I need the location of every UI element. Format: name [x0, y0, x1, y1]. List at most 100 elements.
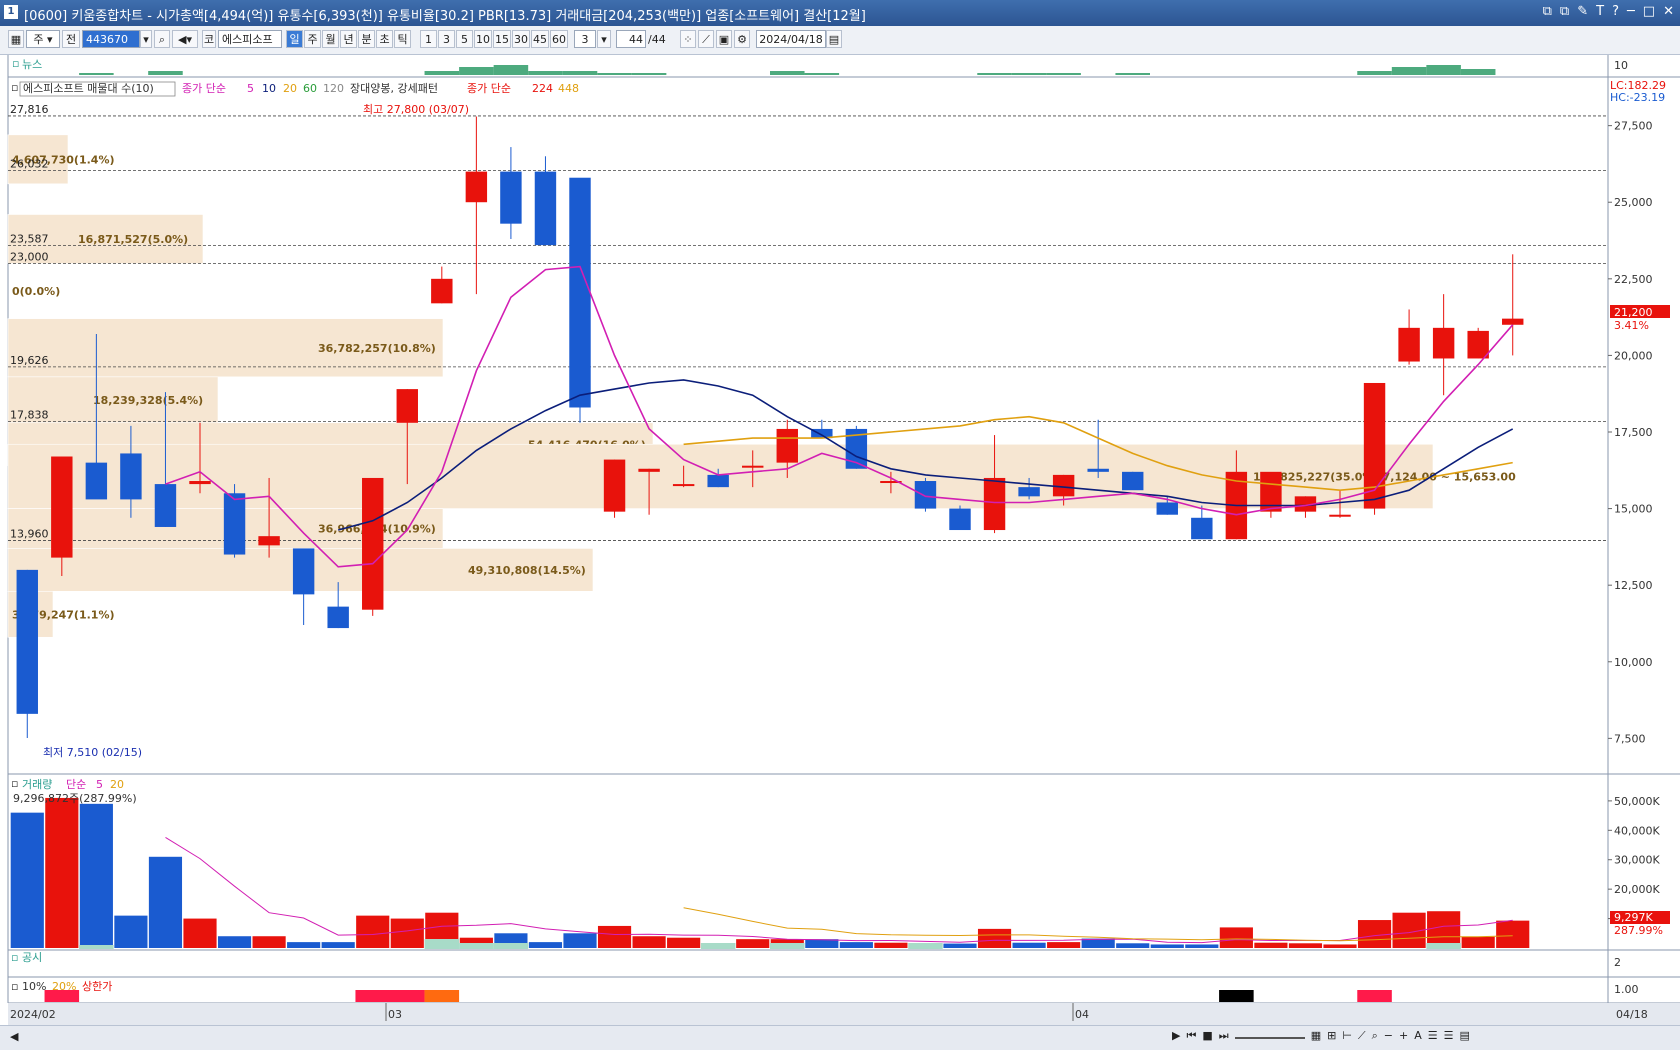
candle-body — [742, 465, 764, 468]
news-bar — [148, 71, 183, 75]
profile-label: 16,871,527(5.0%) — [78, 233, 188, 246]
volume-ma-label: 단순 — [66, 778, 86, 791]
minute-5[interactable]: 5 — [456, 30, 473, 48]
candle-body — [120, 453, 142, 500]
level-label: 23,000 — [10, 251, 49, 264]
news-bar — [1046, 73, 1081, 75]
minute-30[interactable]: 30 — [512, 30, 530, 48]
candle-body — [51, 456, 73, 558]
minimize-button[interactable]: ─ — [1627, 4, 1635, 19]
news-bar — [459, 67, 494, 75]
candle-body — [154, 484, 177, 527]
stock-name-field[interactable]: 에스피소프 — [218, 30, 282, 48]
candle-body — [569, 177, 591, 408]
scroll-left-icon[interactable]: ◀ — [10, 1030, 18, 1043]
list-icon[interactable]: ☰ — [1428, 1029, 1438, 1043]
legend-ma60: 60 — [303, 82, 317, 95]
text-icon[interactable]: A — [1414, 1029, 1422, 1043]
scatter-icon[interactable]: ⁘ — [680, 30, 696, 48]
date-input[interactable]: 2024/04/18 — [756, 30, 826, 48]
volume-bar — [45, 797, 79, 948]
speaker-icon[interactable]: ◀▾ — [172, 30, 198, 48]
list2-icon[interactable]: ☰ — [1444, 1029, 1454, 1043]
table-icon[interactable]: ▤ — [1460, 1029, 1470, 1043]
news-bar — [804, 73, 840, 75]
news-bar — [79, 73, 114, 75]
layout-icon[interactable]: ▦ — [8, 30, 24, 48]
font-icon[interactable]: T — [1596, 4, 1604, 19]
news-bar — [424, 71, 460, 75]
period-year[interactable]: 년 — [340, 30, 357, 48]
jeon-button[interactable]: 전 — [62, 30, 80, 48]
price-tick-label: 20,000 — [1614, 349, 1653, 362]
period-minute[interactable]: 분 — [358, 30, 375, 48]
volume-bar — [321, 942, 355, 948]
legend-ma20: 20 — [283, 82, 297, 95]
volume-bar — [1323, 944, 1357, 948]
close-button[interactable]: ✕ — [1663, 4, 1674, 19]
volume-label: 거래량 — [22, 778, 52, 791]
profile-range-label: 17,124.00 ~ 15,653.00 — [1375, 470, 1516, 483]
disclosure-bar — [79, 945, 114, 949]
save-icon[interactable]: ▣ — [716, 30, 732, 48]
app-icon[interactable]: 1 — [4, 5, 18, 19]
minute-3[interactable]: 3 — [438, 30, 455, 48]
chart-nav-controls: ▶ ⏮ ■ ⏭ ▦ ⊞ ⊢ ⟋ ⌕ − + A ☰ ☰ ▤ — [1172, 1029, 1470, 1043]
forward-icon[interactable]: ⏭ — [1219, 1029, 1229, 1043]
volume-tick-label: 50,000K — [1614, 795, 1660, 808]
fib-icon[interactable]: ⊢ — [1342, 1029, 1352, 1043]
gear-icon[interactable]: ⚙ — [734, 30, 750, 48]
draw-line-icon[interactable]: ⟋ — [698, 30, 714, 48]
level-label: 17,838 — [10, 409, 49, 422]
rewind-icon[interactable]: ⏮ — [1186, 1029, 1196, 1043]
period-week[interactable]: 주 — [304, 30, 321, 48]
zoom-in-icon[interactable]: + — [1399, 1029, 1408, 1043]
zoom-slider[interactable] — [1234, 1029, 1305, 1039]
zoom-out-icon[interactable]: − — [1384, 1029, 1393, 1043]
help-icon[interactable]: ? — [1612, 4, 1619, 19]
period-day[interactable]: 일 — [286, 30, 303, 48]
volume-bar — [943, 943, 977, 948]
maximize-button[interactable]: □ — [1643, 4, 1655, 19]
zoom-icon[interactable]: ⌕ — [1372, 1029, 1378, 1043]
chart-area[interactable]: 4,607,730(1.4%) 16,871,527(5.0%) 0(0.0%) 36… — [0, 55, 1680, 1025]
stop-icon[interactable]: ■ — [1202, 1029, 1212, 1043]
volume-bar — [390, 918, 424, 948]
volume-bar — [1185, 944, 1219, 948]
candle-body — [85, 462, 108, 500]
minute-60[interactable]: 60 — [550, 30, 568, 48]
candle-body — [1467, 330, 1489, 359]
copy-icon[interactable]: ⧉ — [1560, 4, 1569, 19]
count-input[interactable]: 44 — [616, 30, 646, 48]
legend-ma2-prefix: 종가 단순 — [467, 82, 511, 95]
x-label-feb: 2024/02 — [10, 1008, 56, 1021]
period-second[interactable]: 초 — [376, 30, 393, 48]
minute-45[interactable]: 45 — [531, 30, 549, 48]
volume-bar — [874, 942, 908, 948]
code-input[interactable]: 443670 — [82, 30, 140, 48]
play-icon[interactable]: ▶ — [1172, 1029, 1180, 1043]
code-dropdown-icon[interactable]: ▾ — [140, 30, 152, 48]
link-icon[interactable]: ⧉ — [1543, 4, 1552, 19]
grid-icon[interactable]: ▦ — [1311, 1029, 1321, 1043]
limit-label-20: 20% — [52, 980, 76, 993]
tick-count-dropdown-icon[interactable]: ▾ — [597, 30, 611, 48]
period-month[interactable]: 월 — [322, 30, 339, 48]
profile-label: 49,310,808(14.5%) — [468, 564, 586, 577]
period-tick[interactable]: 틱 — [394, 30, 411, 48]
legend-bullet: ▫ — [11, 81, 18, 94]
minute-10[interactable]: 10 — [474, 30, 492, 48]
legend-stock[interactable]: 에스피소프트 매물대 수(10) — [23, 82, 154, 95]
minute-1[interactable]: 1 — [420, 30, 437, 48]
volume-current-value: 9,297K — [1614, 911, 1653, 924]
chart-tool-icon[interactable]: ⊞ — [1327, 1029, 1336, 1043]
search-icon[interactable]: ⌕ — [154, 30, 170, 48]
period-unit-select[interactable]: 주 ▾ — [26, 30, 60, 48]
pin-icon[interactable]: ✎ — [1577, 4, 1588, 19]
tick-count-input[interactable]: 3 — [574, 30, 596, 48]
calendar-icon[interactable]: ▤ — [826, 30, 842, 48]
minute-15[interactable]: 15 — [493, 30, 511, 48]
market-button[interactable]: 코 — [202, 30, 216, 48]
disclosure-bar — [908, 943, 943, 949]
tool-icon[interactable]: ⟋ — [1358, 1029, 1366, 1043]
